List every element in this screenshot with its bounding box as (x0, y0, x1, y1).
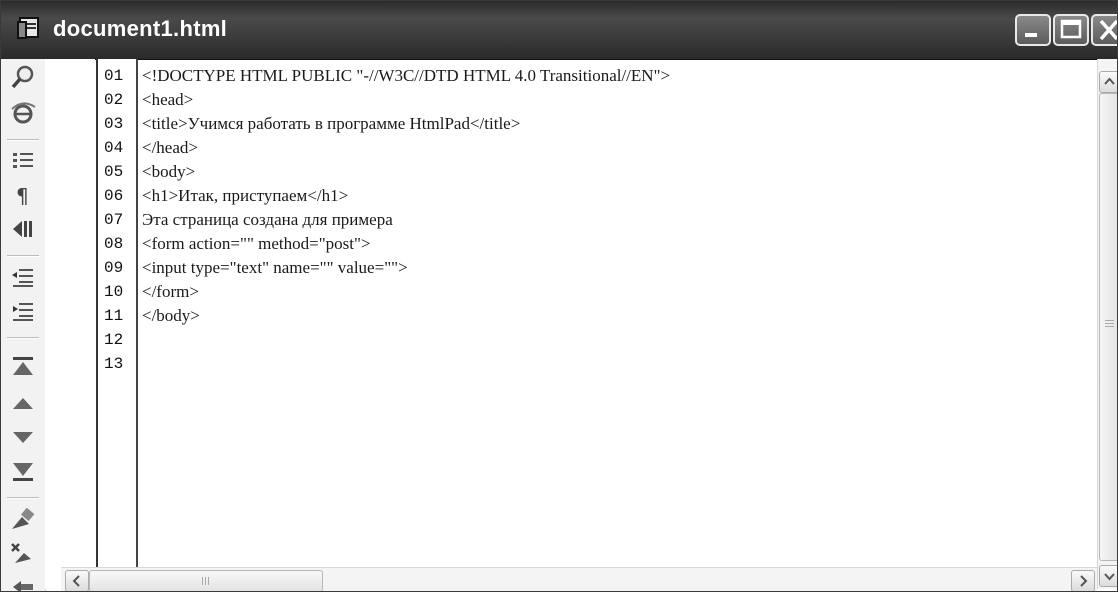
vertical-scrollbar[interactable] (1097, 59, 1117, 589)
close-icon (1099, 19, 1117, 41)
line-number: 13 (104, 355, 124, 373)
line-number: 12 (104, 331, 124, 349)
show-marks-icon[interactable] (9, 215, 37, 243)
code-line[interactable]: <h1>Итак, приступаем</h1> (142, 184, 348, 208)
line-number: 09 (104, 259, 124, 277)
go-down-icon[interactable] (9, 423, 37, 451)
line-number: 11 (104, 307, 124, 325)
scroll-up-button[interactable] (1099, 71, 1117, 93)
line-numbers-icon[interactable] (9, 147, 37, 175)
line-number: 06 (104, 187, 124, 205)
chevron-up-icon (1104, 77, 1115, 85)
bookmark-icon[interactable] (9, 505, 37, 533)
line-number-column: 01 02 03 04 05 06 07 08 09 10 11 12 13 (96, 59, 138, 591)
line-number: 04 (104, 139, 124, 157)
code-line[interactable]: </body> (142, 304, 200, 328)
go-top-icon[interactable] (9, 353, 37, 381)
code-line[interactable]: </head> (142, 136, 198, 160)
code-line[interactable]: <title>Учимся работать в программе HtmlP… (142, 112, 520, 136)
maximize-button[interactable] (1053, 14, 1089, 46)
code-editor[interactable]: <!DOCTYPE HTML PUBLIC "-//W3C//DTD HTML … (138, 59, 1096, 559)
chevron-right-icon (1080, 575, 1088, 587)
vertical-scroll-thumb[interactable] (1099, 93, 1117, 561)
horizontal-scrollbar[interactable] (61, 567, 1097, 591)
go-bottom-icon[interactable] (9, 457, 37, 485)
line-number: 03 (104, 115, 124, 133)
svg-text:¶: ¶ (16, 184, 29, 208)
go-up-icon[interactable] (9, 389, 37, 417)
window-title: document1.html (53, 16, 228, 41)
clear-bookmark-icon[interactable] (9, 539, 37, 567)
paragraph-icon[interactable]: ¶ (9, 181, 37, 209)
code-line[interactable]: <body> (142, 160, 195, 184)
title-bar[interactable]: document1.html (1, 1, 1117, 60)
minimize-icon (1025, 33, 1037, 37)
indent-left-icon[interactable] (9, 263, 37, 291)
close-button[interactable] (1091, 14, 1117, 46)
minimize-button[interactable] (1015, 14, 1051, 46)
browser-preview-icon[interactable] (9, 99, 37, 127)
code-line[interactable]: <!DOCTYPE HTML PUBLIC "-//W3C//DTD HTML … (142, 64, 670, 88)
chevron-down-icon (1104, 573, 1115, 581)
gutter (45, 59, 95, 589)
side-toolbar: ¶ (1, 59, 46, 591)
chevron-left-icon (72, 575, 80, 587)
next-bookmark-icon[interactable] (9, 571, 37, 591)
code-line[interactable]: <head> (142, 88, 193, 112)
scroll-right-button[interactable] (1071, 570, 1095, 591)
code-line[interactable]: <input type="text" name="" value=""> (142, 256, 408, 280)
indent-right-icon[interactable] (9, 297, 37, 325)
scroll-left-button[interactable] (65, 570, 89, 591)
line-number: 08 (104, 235, 124, 253)
code-line[interactable]: Эта страница создана для примера (142, 208, 393, 232)
editor-window: document1.html ¶ 01 02 03 04 05 06 07 08… (0, 0, 1118, 592)
line-number: 10 (104, 283, 124, 301)
line-number: 07 (104, 211, 124, 229)
document-icon (17, 16, 43, 40)
code-line[interactable]: </form> (142, 280, 199, 304)
line-number: 05 (104, 163, 124, 181)
line-number: 01 (104, 67, 124, 85)
horizontal-scroll-thumb[interactable] (89, 570, 323, 591)
line-number: 02 (104, 91, 124, 109)
scroll-down-button[interactable] (1099, 565, 1117, 587)
search-icon[interactable] (9, 63, 37, 91)
maximize-icon (1060, 19, 1082, 39)
code-line[interactable]: <form action="" method="post"> (142, 232, 371, 256)
